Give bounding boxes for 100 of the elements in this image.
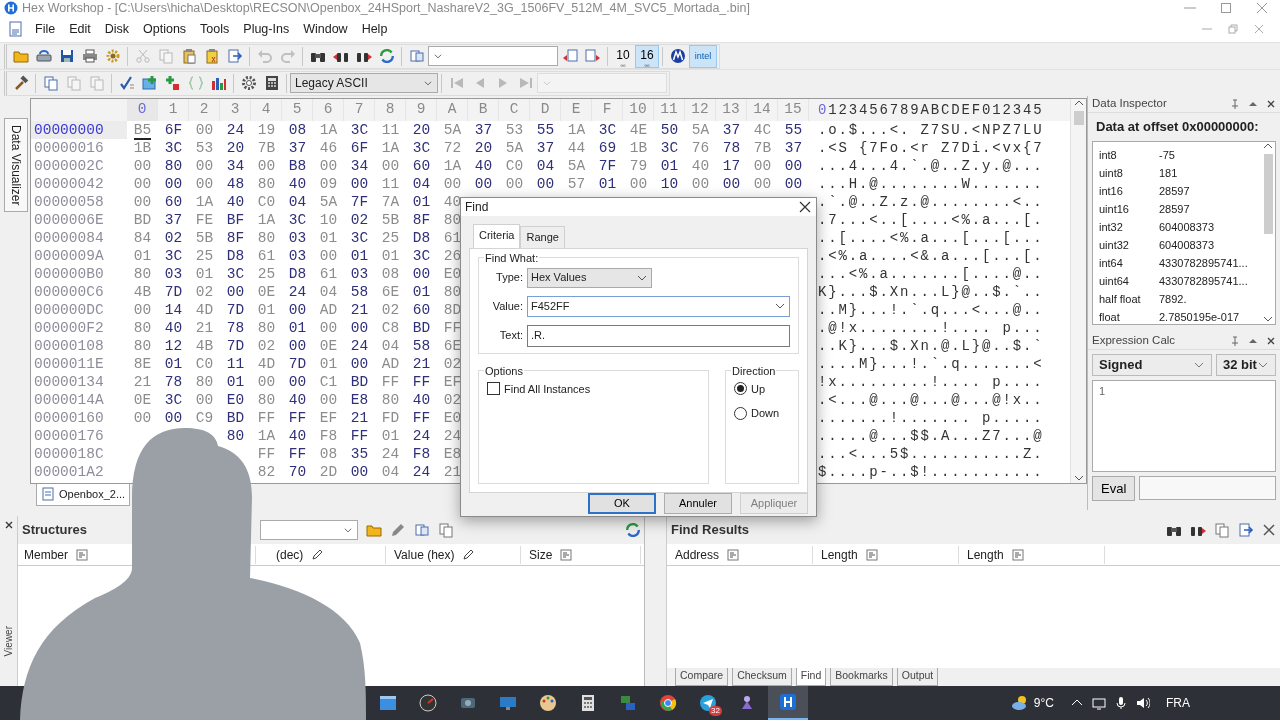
column-header: F <box>592 99 623 121</box>
data-value: 181 <box>1159 165 1178 181</box>
data-value: 604008373 <box>1159 237 1215 253</box>
data-value: 7892. <box>1159 291 1187 307</box>
hex-byte: 02 <box>381 302 400 318</box>
panel-tab[interactable]: Output <box>896 668 939 686</box>
hex-byte: EF <box>443 374 462 390</box>
checkbox[interactable] <box>487 382 500 396</box>
text-field[interactable]: .R. <box>527 324 790 347</box>
dropdown[interactable] <box>428 46 558 66</box>
eval-button[interactable]: Eval <box>1092 475 1136 501</box>
scroll-thumb[interactable] <box>1263 153 1273 234</box>
scrollbar[interactable] <box>1070 99 1086 483</box>
hex-byte: 03 <box>288 230 307 246</box>
panel-tab[interactable]: Compare <box>675 668 729 686</box>
column-header[interactable]: (dec) <box>276 545 304 564</box>
radio-button[interactable] <box>734 382 747 396</box>
hex-byte: E0 <box>443 266 462 282</box>
hex-byte: 01 <box>350 248 369 264</box>
dialog-tab[interactable]: Criteria <box>473 224 521 248</box>
restore-icon <box>1228 24 1238 34</box>
hex-byte: D8 <box>226 248 245 264</box>
offset-label: 0000014A <box>33 391 105 409</box>
column-header[interactable]: Size <box>529 545 553 564</box>
hex-byte: 03 <box>350 266 369 282</box>
panel-tab[interactable]: Find <box>795 668 827 686</box>
taskbar-app[interactable] <box>768 686 808 720</box>
offset-label: 000000C6 <box>33 283 105 301</box>
value-combo[interactable]: F452FF <box>527 295 790 317</box>
hex-byte: 26 <box>443 248 462 264</box>
hex-byte: 80 <box>133 338 152 354</box>
type-dropdown[interactable]: Hex Values <box>527 267 652 288</box>
hex-byte: 37 <box>536 140 555 156</box>
menu-item[interactable]: Options <box>136 19 194 39</box>
hex-byte: 35 <box>350 446 369 462</box>
app-logo-icon <box>778 692 798 712</box>
hex-byte: 4B <box>133 284 152 300</box>
hex-byte: 00 <box>753 176 772 192</box>
menu-item[interactable]: Disk <box>97 19 136 39</box>
chevron-down-icon <box>433 51 443 61</box>
menu-item[interactable]: Tools <box>193 19 237 39</box>
column-header[interactable]: Length <box>821 545 858 564</box>
column-header[interactable]: Address <box>675 545 720 564</box>
hex-byte: 00 <box>319 392 338 408</box>
column-header: 9 <box>406 99 437 121</box>
dialog-tab[interactable]: Range <box>520 226 565 248</box>
hex-byte: FD <box>381 410 400 426</box>
panel-tab[interactable]: Bookmarks <box>830 668 893 686</box>
side-tab[interactable]: Data Visualizer <box>4 118 28 213</box>
ascii-text: K}...$.Xn...L}@..$.`.. <box>817 283 1044 301</box>
toolbar-button[interactable]: 16 <box>635 44 659 68</box>
hex-byte: 70 <box>288 464 307 480</box>
offset-label: 00000134 <box>33 373 105 391</box>
menu-item[interactable]: File <box>28 19 63 39</box>
language-indicator[interactable]: FRA <box>1166 694 1190 712</box>
hex-byte: 00 <box>133 158 152 174</box>
hex-byte: 80 <box>257 392 276 408</box>
document-tab[interactable]: Openbox_2... <box>36 484 131 506</box>
menu-item[interactable]: Plug-Ins <box>236 19 297 39</box>
hex-byte: 76 <box>691 140 710 156</box>
hex-byte: 80 <box>133 320 152 336</box>
hex-byte: BF <box>226 212 245 228</box>
hex-byte: 6F <box>164 122 183 138</box>
close-icon <box>798 200 812 214</box>
column-header[interactable]: Value (hex) <box>394 545 455 564</box>
bit-width-dropdown[interactable]: 32 bit <box>1216 353 1276 376</box>
scroll-thumb[interactable] <box>1073 111 1084 125</box>
dialog-button[interactable]: Annuler <box>664 492 732 514</box>
column-header[interactable]: Length <box>967 545 1004 564</box>
speaker-icon <box>1136 696 1150 710</box>
menu-item[interactable]: Help <box>354 19 395 39</box>
hex-byte: BD <box>133 212 152 228</box>
hex-byte: 01 <box>381 428 400 444</box>
offset-label: 00000058 <box>33 193 105 211</box>
hex-byte: 04 <box>319 284 338 300</box>
column-header[interactable]: Member <box>24 545 68 564</box>
taskbar-app[interactable]: 32 <box>688 686 728 720</box>
hex-byte: 8D <box>443 302 462 318</box>
dialog-button[interactable]: OK <box>588 492 656 514</box>
hex-byte: 10 <box>660 176 679 192</box>
hex-byte: 40 <box>226 194 245 210</box>
dropdown[interactable]: Legacy ASCII <box>290 73 438 93</box>
hex-byte: 00 <box>350 320 369 336</box>
hex-byte: 00 <box>257 158 276 174</box>
structure-dropdown[interactable] <box>260 520 358 540</box>
redo-icon <box>279 48 296 64</box>
expression-editor[interactable]: 1 <box>1092 379 1276 472</box>
hex-byte: 5A <box>319 194 338 210</box>
sign-dropdown[interactable]: Signed <box>1092 353 1212 376</box>
radio-button[interactable] <box>734 406 747 420</box>
menu-item[interactable]: Edit <box>62 19 98 39</box>
menu-item[interactable]: Window <box>296 19 355 39</box>
hex-byte: 00 <box>133 410 152 426</box>
hex-byte: 02 <box>350 212 369 228</box>
ascii-text: ..[....<%.a...[...[... <box>817 229 1044 247</box>
toolbar-button[interactable]: 10 <box>611 44 635 68</box>
panel-tab[interactable]: Checksum <box>732 668 792 686</box>
hex-byte: 34 <box>226 158 245 174</box>
scrollbar[interactable] <box>1261 141 1275 324</box>
toolbar-button[interactable]: intel <box>689 44 717 68</box>
